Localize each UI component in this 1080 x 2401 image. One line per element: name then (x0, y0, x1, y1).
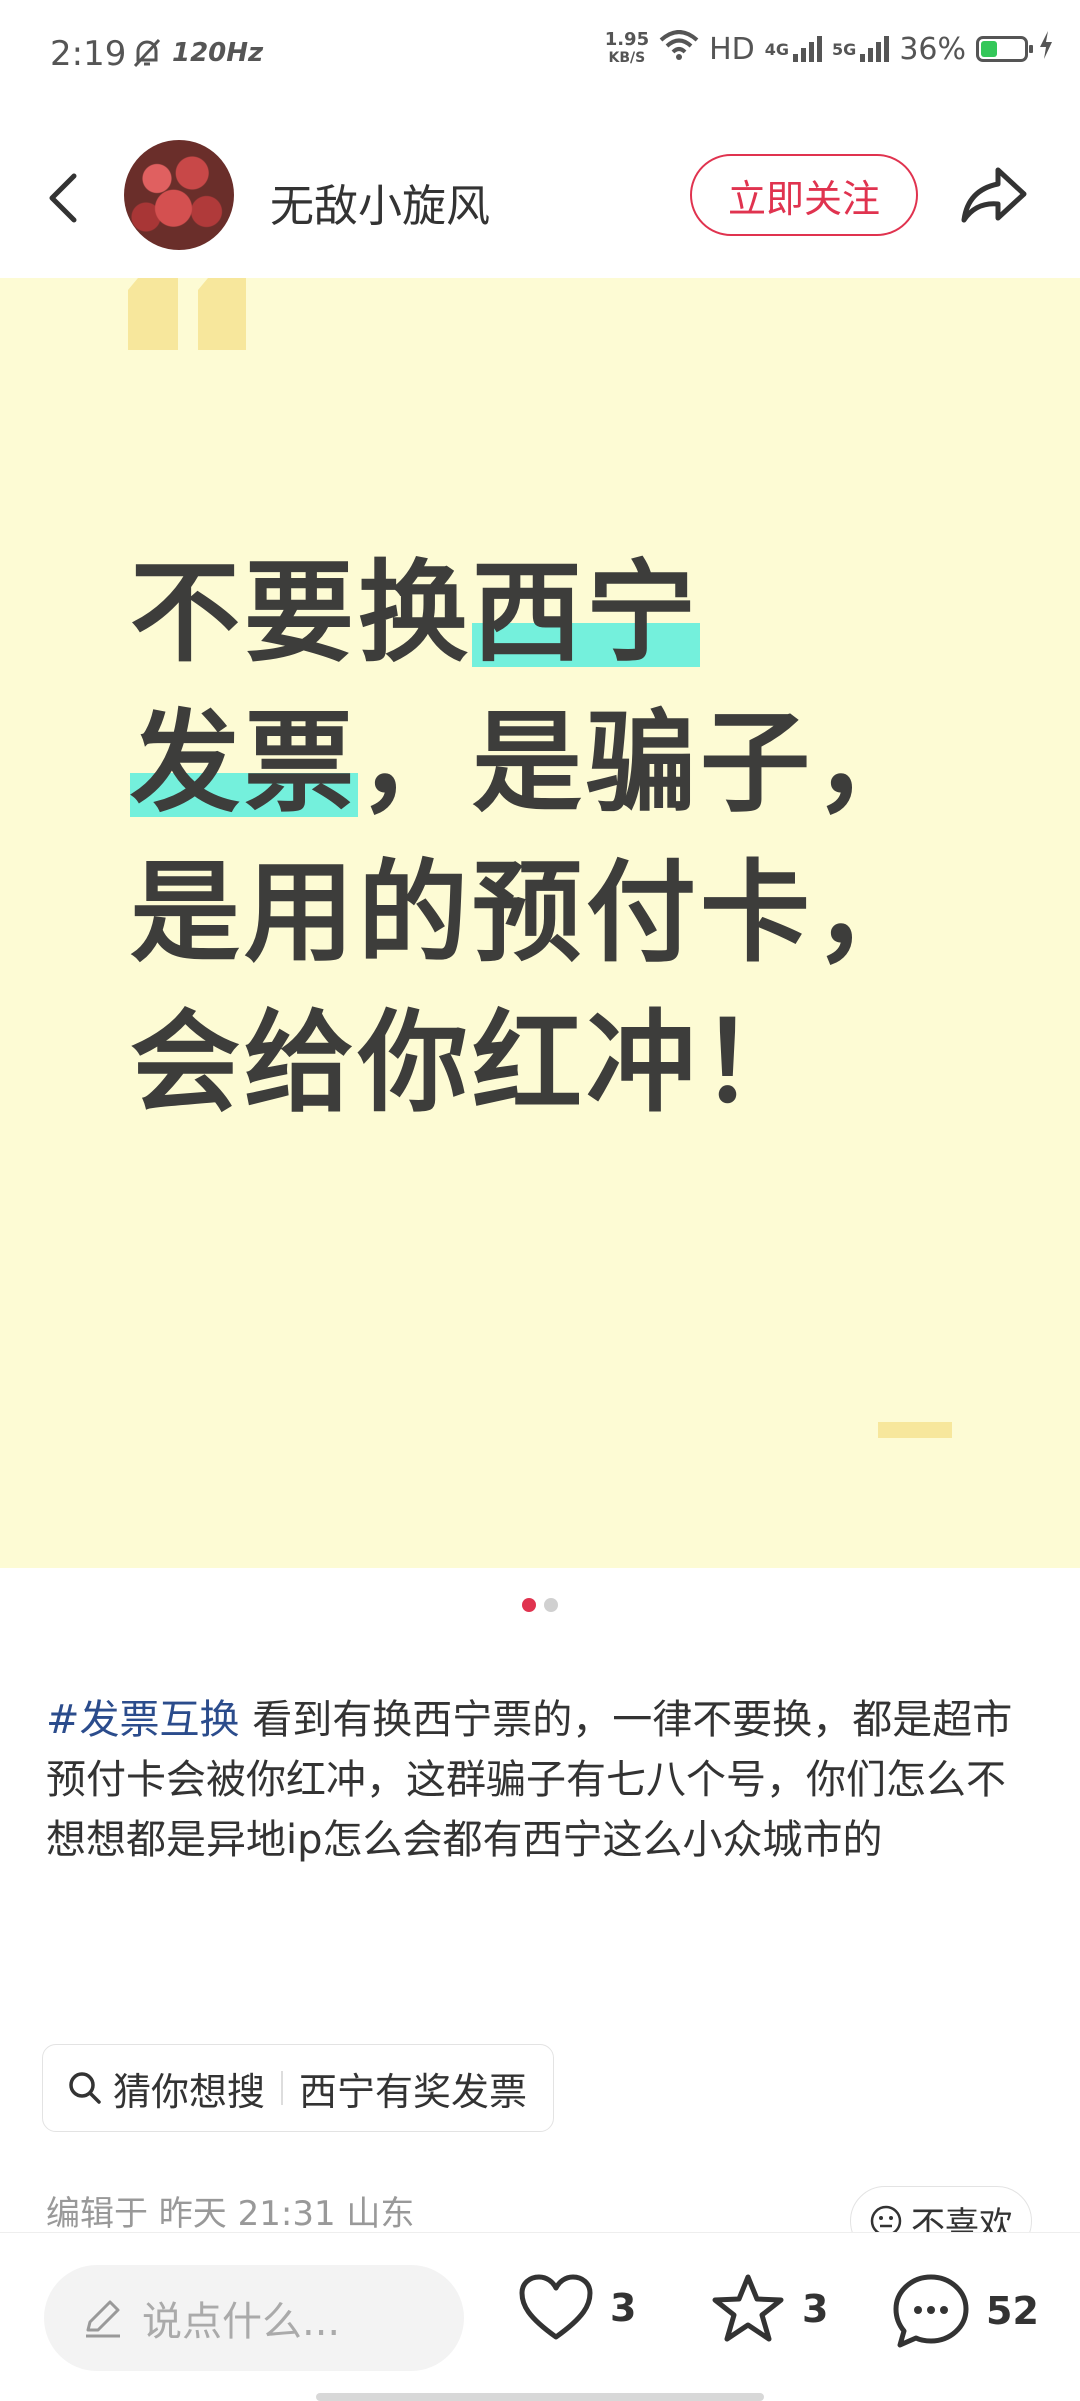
banner-quote: 不要换西宁 发票，是骗子， 是用的预付卡， 会给你红冲！ (130, 538, 928, 1138)
like-count: 3 (610, 2286, 637, 2330)
charging-icon (1038, 31, 1054, 67)
signal-icon (793, 36, 823, 62)
network-5g: 5G (832, 39, 857, 59)
pager-dot[interactable] (522, 1598, 536, 1612)
share-button[interactable] (958, 162, 1030, 228)
back-button[interactable] (38, 162, 88, 232)
bell-muted-icon (130, 36, 164, 74)
hd-label: HD (709, 31, 755, 67)
favorite-button[interactable]: 3 (710, 2273, 828, 2345)
post-image-banner[interactable]: 不要换西宁 发票，是骗子， 是用的预付卡， 会给你红冲！ (0, 278, 1080, 1568)
heart-icon (519, 2274, 593, 2340)
status-bar: 2:19 120Hz 1.95 KB/S HD 4G 5G 36% (0, 0, 1080, 110)
bottom-action-bar: 说点什么... 3 3 52 (0, 2232, 1080, 2401)
decorative-dash (878, 1422, 952, 1438)
edit-meta: 编辑于 昨天 21:31 山东 (46, 2194, 415, 2234)
search-icon (69, 2072, 101, 2104)
like-button[interactable]: 3 (518, 2273, 636, 2343)
post-header: 无敌小旋风 立即关注 (0, 110, 1080, 279)
battery-icon (976, 36, 1033, 62)
hashtag-link[interactable]: #发票互换 (46, 1697, 240, 1743)
search-chip-query: 西宁有奖发票 (299, 2069, 528, 2114)
comment-count: 52 (986, 2289, 1039, 2333)
username[interactable]: 无敌小旋风 (270, 170, 490, 234)
banner-line-4: 会给你红冲！ (130, 999, 814, 1127)
pencil-icon (86, 2300, 120, 2338)
battery-percent: 36% (899, 31, 966, 67)
comment-placeholder: 说点什么... (142, 2299, 341, 2345)
banner-line-2: 发票，是骗子， (130, 699, 928, 827)
post-body: #发票互换 看到有换西宁票的，一律不要换，都是超市预付卡会被你红冲，这群骗子有七… (46, 1690, 1036, 1870)
network-4g: 4G (764, 39, 790, 59)
favorite-count: 3 (802, 2287, 829, 2331)
comment-button[interactable]: 52 (892, 2273, 1039, 2349)
follow-button[interactable]: 立即关注 (690, 154, 918, 236)
wifi-icon (659, 30, 699, 68)
refresh-rate: 120Hz (172, 38, 264, 68)
avatar[interactable] (124, 140, 234, 250)
search-chip-prefix: 猜你想搜 (113, 2069, 266, 2114)
divider (281, 2071, 284, 2105)
comment-input[interactable]: 说点什么... (44, 2265, 464, 2371)
image-pager[interactable] (0, 1598, 1080, 1612)
banner-line-1: 不要换西宁 (130, 549, 700, 677)
comment-bubble-icon (893, 2274, 969, 2348)
share-icon (961, 167, 1027, 223)
clock: 2:19 (50, 34, 127, 74)
chevron-left-icon (49, 173, 77, 223)
banner-line-3: 是用的预付卡， (130, 849, 928, 977)
star-icon (712, 2274, 784, 2342)
signal-icon (860, 36, 890, 62)
net-speed: 1.95 KB/S (604, 29, 650, 67)
quote-icon (128, 278, 246, 350)
suggested-search-chip[interactable]: 猜你想搜 西宁有奖发票 (42, 2044, 555, 2132)
pager-dot[interactable] (544, 1598, 558, 1612)
